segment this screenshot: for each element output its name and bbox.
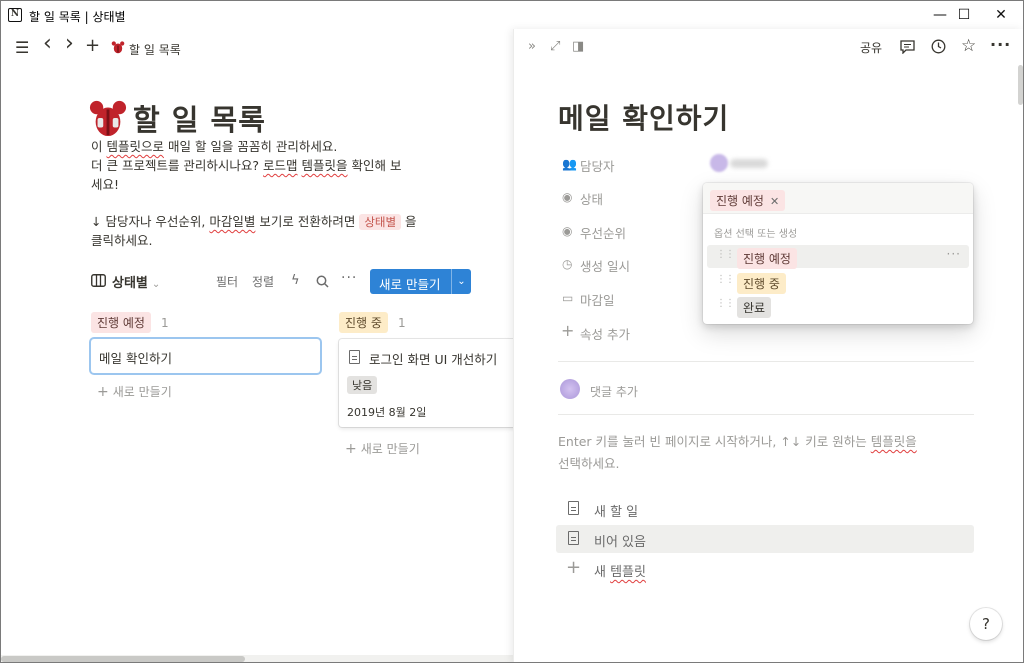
status-option[interactable]: ⋮⋮ 진행 중 (707, 270, 969, 294)
sort-button[interactable]: 정렬 (252, 273, 274, 290)
template-option[interactable]: 새 할 일 (556, 495, 974, 523)
divider (558, 361, 974, 362)
add-icon: + (561, 321, 575, 340)
help-button[interactable]: ? (970, 608, 1002, 640)
automation-bolt-icon[interactable]: ϟ (291, 273, 300, 288)
status-dropdown: 진행 예정 ✕ 옵션 선택 또는 생성 ⋮⋮ 진행 예정 ··· ⋮⋮ 진행 중 … (703, 183, 973, 324)
card-date: 2019년 8월 2일 (347, 406, 427, 419)
card-title: 로그인 화면 UI 개선하기 (369, 352, 498, 367)
view-selector[interactable]: 상태별 ⌄ (112, 272, 160, 291)
comment-icon[interactable] (900, 40, 915, 54)
item-title[interactable]: 메일 확인하기 (558, 97, 729, 137)
breadcrumb[interactable]: 할 일 목록 (129, 41, 181, 58)
window-title: 할 일 목록 | 상태별 (29, 10, 126, 24)
page-doc-icon (568, 531, 579, 545)
dropdown-header: 옵션 선택 또는 생성 (714, 229, 798, 240)
close-window-button[interactable]: ✕ (978, 1, 1023, 29)
board-view-icon (91, 274, 106, 287)
description-line: ↓ 담당자나 우선순위, 마감일별 보기로 전환하려면 상태별 을 (91, 214, 417, 230)
drag-handle-icon[interactable]: ⋮⋮ (716, 249, 735, 260)
view-name-pill: 상태별 (359, 214, 402, 230)
bug-icon (111, 41, 125, 54)
new-template-button[interactable]: + 새 템플릿 (556, 555, 974, 583)
board-column-header: 진행 예정 1 (91, 312, 169, 333)
search-icon[interactable] (316, 275, 329, 288)
property-label[interactable]: 우선순위 (580, 223, 626, 242)
share-button[interactable]: 공유 (860, 39, 882, 56)
people-icon: 👥 (562, 157, 577, 171)
calendar-icon: ▭ (562, 291, 574, 305)
templates-link: 템플릿으로 (106, 139, 164, 154)
template-hint: Enter 키를 눌러 빈 페이지로 시작하거나, ↑↓ 키로 원하는 템플릿을… (558, 434, 917, 471)
new-page-icon[interactable]: + (85, 37, 100, 55)
add-card-button[interactable]: + 새로 만들기 (97, 383, 172, 400)
page-doc-icon (568, 501, 579, 515)
description-line: 클릭하세요. (91, 233, 153, 248)
filter-button[interactable]: 필터 (216, 273, 238, 290)
status-option[interactable]: ⋮⋮ 진행 예정 ··· (707, 245, 969, 269)
add-property-button[interactable]: 속성 추가 (580, 324, 630, 343)
property-label[interactable]: 마감일 (580, 290, 615, 309)
template-label: 새 템플릿 (594, 565, 646, 580)
option-more-icon[interactable]: ··· (947, 247, 961, 261)
roadmap-link[interactable]: 로드맵 (263, 158, 298, 173)
sidebar-menu-icon[interactable]: ☰ (15, 39, 29, 57)
priority-icon: ◉ (562, 224, 573, 238)
new-item-button[interactable]: 새로 만들기 ⌄ (370, 269, 471, 294)
status-option[interactable]: ⋮⋮ 완료 (707, 294, 969, 318)
bug-page-icon[interactable] (89, 99, 127, 137)
clock-icon: ◷ (562, 257, 573, 271)
peek-panel: » ⤢ ◨ 공유 ☆ ··· 메일 확인하기 👥 담당자 ◉ 상태 ◉ 우선순위… (513, 29, 1023, 662)
more-options-icon[interactable]: ··· (341, 270, 357, 286)
history-clock-icon[interactable] (931, 39, 946, 54)
priority-tag: 낮음 (347, 376, 378, 394)
more-options-icon[interactable]: ··· (990, 35, 1011, 54)
template-option[interactable]: 비어 있음 (556, 525, 974, 553)
description-line: 더 큰 프로젝트를 관리하시나요? 로드맵 템플릿을 확인해 보 (91, 158, 402, 173)
board-card[interactable]: 메일 확인하기 (91, 339, 320, 373)
template-label: 비어 있음 (594, 535, 646, 550)
add-icon: + (566, 557, 582, 578)
description-line: 이 템플릿으로 매일 할 일을 꼼꼼히 관리하세요. (91, 139, 338, 154)
remove-tag-icon[interactable]: ✕ (770, 195, 779, 208)
new-dropdown-chevron-icon[interactable]: ⌄ (451, 269, 471, 294)
page-doc-icon (349, 350, 360, 364)
back-icon[interactable]: ‹ (43, 33, 52, 55)
status-search-input[interactable]: 진행 예정 ✕ (703, 183, 973, 214)
notion-app-icon: N (8, 8, 22, 22)
expand-icon[interactable]: ⤢ (550, 39, 560, 54)
title-bar: N 할 일 목록 | 상태별 — ☐ ✕ (1, 1, 1023, 29)
favorite-star-icon[interactable]: ☆ (961, 36, 976, 56)
property-label[interactable]: 생성 일시 (580, 256, 630, 275)
status-icon: ◉ (562, 190, 573, 204)
horizontal-scrollbar-thumb[interactable] (1, 656, 245, 662)
forward-icon[interactable]: › (65, 33, 74, 55)
board-column-header: 진행 중1 (339, 312, 406, 333)
property-label[interactable]: 상태 (580, 189, 603, 208)
board-card[interactable]: 로그인 화면 UI 개선하기 낮음 2019년 8월 2일 (339, 339, 519, 427)
drag-handle-icon[interactable]: ⋮⋮ (716, 298, 735, 309)
divider (558, 414, 974, 415)
card-title: 메일 확인하기 (99, 351, 172, 366)
comment-input[interactable]: 댓글 추가 (590, 383, 638, 400)
app-window: N 할 일 목록 | 상태별 — ☐ ✕ ☰ ‹ › + 할 일 목록 할 일 … (0, 0, 1024, 663)
vertical-scrollbar-thumb[interactable] (1018, 65, 1023, 105)
page-title: 할 일 목록 (133, 103, 266, 137)
close-peek-icon[interactable]: » (528, 39, 536, 54)
drag-handle-icon[interactable]: ⋮⋮ (716, 274, 735, 285)
description-line: 세요! (91, 177, 120, 192)
property-label[interactable]: 담당자 (580, 156, 615, 175)
user-avatar (560, 379, 580, 399)
peek-mode-icon[interactable]: ◨ (572, 39, 584, 54)
database-toolbar: 상태별 ⌄ 필터 정렬 ϟ ··· 새로 만들기 ⌄ (91, 269, 511, 294)
selected-status-tag: 진행 예정 ✕ (710, 190, 786, 211)
add-card-button[interactable]: + 새로 만들기 (345, 440, 420, 457)
template-label: 새 할 일 (594, 505, 639, 520)
assignee-avatar[interactable] (710, 154, 770, 172)
